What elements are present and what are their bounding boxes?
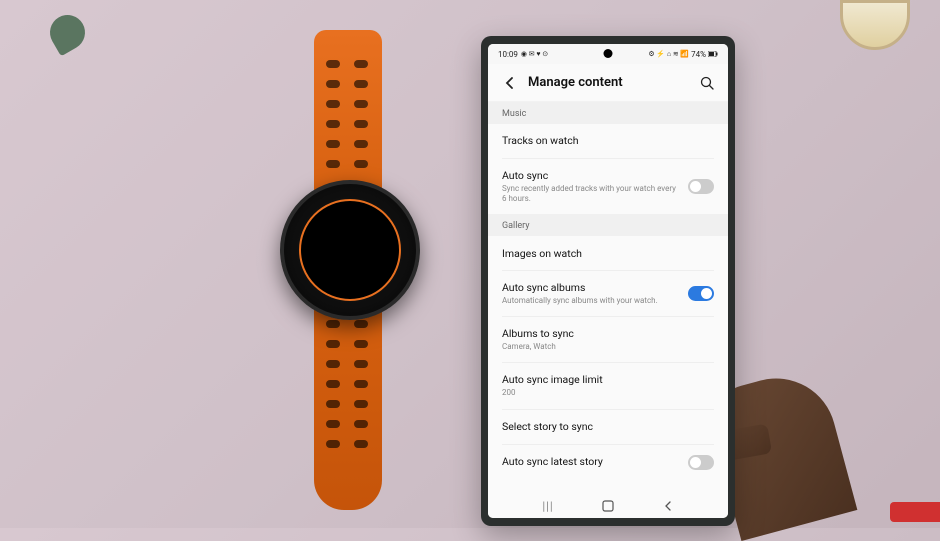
page-title: Manage content xyxy=(528,75,698,90)
toggle-auto-sync-latest-story[interactable] xyxy=(688,455,714,470)
item-subtitle: Sync recently added tracks with your wat… xyxy=(502,184,680,205)
settings-list[interactable]: Music Tracks on watch Auto sync Sync rec… xyxy=(488,102,728,494)
item-tracks-on-watch[interactable]: Tracks on watch xyxy=(488,124,728,158)
item-subtitle: 200 xyxy=(502,388,706,398)
status-battery: 74% xyxy=(691,50,706,59)
item-title: Tracks on watch xyxy=(502,134,706,148)
page-header: Manage content xyxy=(488,64,728,102)
item-auto-sync-image-limit[interactable]: Auto sync image limit 200 xyxy=(488,363,728,408)
item-albums-to-sync[interactable]: Albums to sync Camera, Watch xyxy=(488,317,728,362)
item-title: Auto sync image limit xyxy=(502,373,706,387)
item-title: Images on watch xyxy=(502,247,706,261)
smartwatch-device xyxy=(280,30,420,510)
phone-frame: 10:09 ◉ ✉ ♥ ⊙ ⚙ ⚡ ⌂ ≋ 📶 74% Manage conte… xyxy=(481,36,735,526)
item-images-on-watch[interactable]: Images on watch xyxy=(488,236,728,270)
status-bar: 10:09 ◉ ✉ ♥ ⊙ ⚙ ⚡ ⌂ ≋ 📶 74% xyxy=(488,44,728,64)
item-title: Albums to sync xyxy=(502,327,706,341)
section-music: Music xyxy=(488,102,728,124)
search-button[interactable] xyxy=(698,74,716,92)
phone-screen: 10:09 ◉ ✉ ♥ ⊙ ⚙ ⚡ ⌂ ≋ 📶 74% Manage conte… xyxy=(488,44,728,518)
item-subtitle: Camera, Watch xyxy=(502,342,706,352)
item-subtitle: Automatically sync albums with your watc… xyxy=(502,296,680,306)
toggle-auto-sync-albums[interactable] xyxy=(688,286,714,301)
home-button[interactable] xyxy=(593,498,623,514)
item-select-story-to-sync[interactable]: Select story to sync xyxy=(488,410,728,444)
leaf-decoration xyxy=(44,9,92,57)
back-button[interactable] xyxy=(500,74,518,92)
item-auto-sync-albums[interactable]: Auto sync albums Automatically sync albu… xyxy=(488,271,728,316)
item-auto-sync-tracks[interactable]: Auto sync Sync recently added tracks wit… xyxy=(488,159,728,214)
status-time: 10:09 xyxy=(498,50,518,59)
item-title: Auto sync xyxy=(502,169,680,183)
item-auto-sync-latest-story[interactable]: Auto sync latest story xyxy=(488,445,728,480)
item-title: Select story to sync xyxy=(502,420,706,434)
nav-back-button[interactable] xyxy=(653,498,683,514)
battery-icon xyxy=(708,51,718,57)
item-title: Auto sync latest story xyxy=(502,455,680,469)
camera-hole xyxy=(604,49,613,58)
section-gallery: Gallery xyxy=(488,214,728,236)
status-left-icons: ◉ ✉ ♥ ⊙ xyxy=(521,50,548,58)
corner-badge xyxy=(890,502,940,522)
status-right-icons: ⚙ ⚡ ⌂ ≋ 📶 xyxy=(648,50,689,58)
clock-decoration xyxy=(840,0,910,50)
navigation-bar: ||| xyxy=(488,494,728,518)
item-title: Auto sync albums xyxy=(502,281,680,295)
recent-apps-button[interactable]: ||| xyxy=(533,498,563,514)
toggle-auto-sync-tracks[interactable] xyxy=(688,179,714,194)
